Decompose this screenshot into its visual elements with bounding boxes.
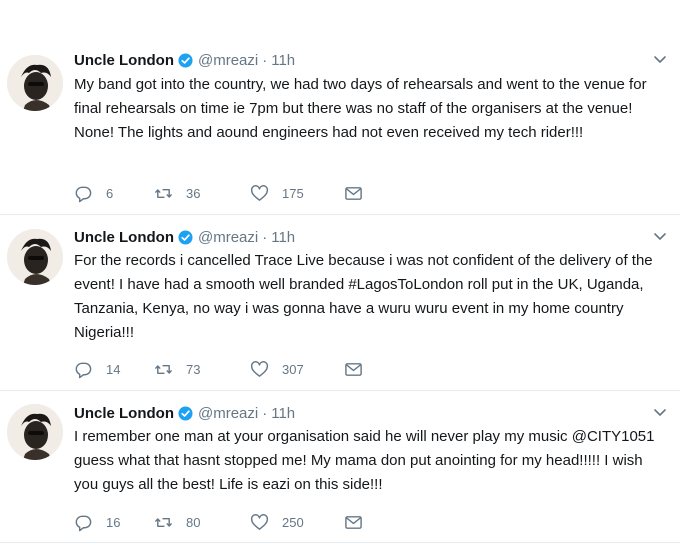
author-name[interactable]: Uncle London (74, 405, 174, 422)
avatar[interactable] (7, 229, 63, 285)
like-count: 175 (282, 185, 304, 201)
heart-icon (250, 513, 269, 532)
tweet-actions: 14 73 307 (74, 357, 363, 381)
dm-button[interactable] (344, 360, 363, 379)
verified-badge-icon (178, 229, 193, 245)
reply-button[interactable]: 14 (74, 360, 154, 379)
avatar-image (7, 404, 63, 460)
author-handle[interactable]: @mreazi (198, 229, 258, 246)
retweet-count: 73 (186, 361, 201, 377)
reply-count: 6 (106, 185, 114, 201)
tweet[interactable]: Uncle London @mreazi · 11h I remember on… (0, 391, 680, 543)
retweet-icon (154, 184, 173, 203)
author-handle[interactable]: @mreazi (198, 52, 258, 69)
retweet-count: 80 (186, 514, 201, 530)
reply-count: 16 (106, 514, 121, 530)
tweet-feed: Uncle London @mreazi · 11h My band got i… (0, 0, 680, 546)
chevron-down-icon[interactable] (652, 228, 668, 244)
tweet-actions: 16 80 250 (74, 510, 363, 534)
reply-count: 14 (106, 361, 121, 377)
retweet-icon (154, 360, 173, 379)
dm-button[interactable] (344, 184, 363, 203)
author-handle[interactable]: @mreazi (198, 405, 258, 422)
reply-icon (74, 184, 93, 203)
like-count: 250 (282, 514, 304, 530)
verified-badge-icon (178, 405, 193, 421)
chevron-down-icon[interactable] (652, 404, 668, 420)
tweet-actions: 6 36 175 (74, 181, 363, 205)
reply-icon (74, 513, 93, 532)
avatar-image (7, 55, 63, 111)
envelope-icon (344, 184, 363, 203)
author-name[interactable]: Uncle London (74, 229, 174, 246)
tweet[interactable]: Uncle London @mreazi · 11h My band got i… (0, 40, 680, 215)
retweet-button[interactable]: 73 (154, 360, 250, 379)
like-count: 307 (282, 361, 304, 377)
separator-dot: · (262, 404, 268, 422)
retweet-button[interactable]: 36 (154, 184, 250, 203)
reply-button[interactable]: 16 (74, 513, 154, 532)
like-button[interactable]: 175 (250, 184, 344, 203)
tweet-text: I remember one man at your organisation … (74, 428, 655, 493)
tweet-text: For the records i cancelled Trace Live b… (74, 252, 653, 341)
like-button[interactable]: 250 (250, 513, 344, 532)
heart-icon (250, 360, 269, 379)
chevron-down-icon[interactable] (652, 51, 668, 67)
heart-icon (250, 184, 269, 203)
reply-button[interactable]: 6 (74, 184, 154, 203)
avatar[interactable] (7, 404, 63, 460)
envelope-icon (344, 513, 363, 532)
timestamp[interactable]: 11h (271, 52, 295, 69)
separator-dot: · (262, 51, 268, 69)
retweet-button[interactable]: 80 (154, 513, 250, 532)
avatar-image (7, 229, 63, 285)
envelope-icon (344, 360, 363, 379)
dm-button[interactable] (344, 513, 363, 532)
timestamp[interactable]: 11h (271, 405, 295, 422)
author-name[interactable]: Uncle London (74, 52, 174, 69)
verified-badge-icon (178, 52, 193, 68)
like-button[interactable]: 307 (250, 360, 344, 379)
avatar[interactable] (7, 55, 63, 111)
reply-icon (74, 360, 93, 379)
retweet-count: 36 (186, 185, 201, 201)
tweet[interactable]: Uncle London @mreazi · 11h For the recor… (0, 215, 680, 391)
separator-dot: · (262, 228, 268, 246)
retweet-icon (154, 513, 173, 532)
timestamp[interactable]: 11h (271, 229, 295, 246)
tweet-text: My band got into the country, we had two… (74, 76, 647, 141)
